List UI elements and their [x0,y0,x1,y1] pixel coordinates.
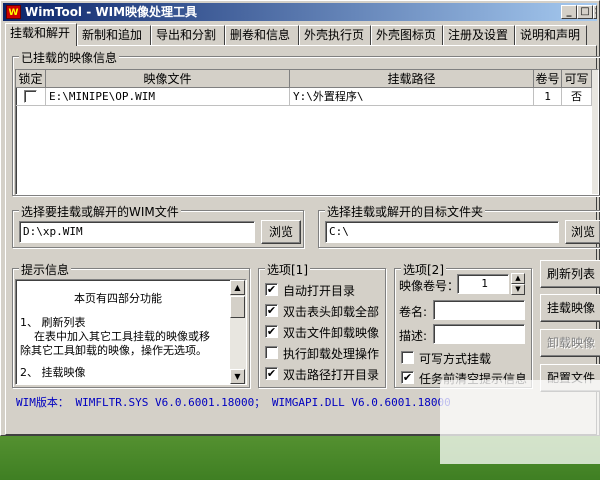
dblclick-file-checkbox[interactable]: ✔ [265,325,278,338]
hint-label: 提示信息 [19,261,72,278]
tab-mount-extract[interactable]: 挂载和解开 [5,23,77,46]
col-writable[interactable]: 可写 [562,70,592,88]
dblclick-file-label[interactable]: 双击文件卸载映像 [283,324,379,341]
scroll-thumb[interactable] [230,296,245,318]
dblclick-header-checkbox[interactable]: ✔ [265,304,278,317]
volume-name-label: 卷名: [399,305,428,319]
mounted-images-label: 已挂载的映像信息 [19,49,120,66]
tab-panel: 已挂载的映像信息 锁定 映像文件 挂载路径 卷号 可写 E:\MINIPE\OP… [5,45,600,435]
refresh-list-button[interactable]: 刷新列表 [540,260,600,288]
target-folder-input[interactable]: C:\ [325,221,559,243]
volume-number-input[interactable]: 1 [457,274,509,294]
wim-file-label: 选择要挂载或解开的WIM文件 [19,203,181,220]
row-mount-path[interactable]: Y:\外置程序\ [290,88,534,106]
description-label: 描述: [399,329,428,343]
app-icon: W [6,5,21,19]
dblclick-path-checkbox[interactable]: ✔ [265,367,278,380]
scroll-up-icon[interactable]: ▲ [230,280,245,295]
col-locked[interactable]: 锁定 [16,70,46,88]
options1-group: 选项[1] ✔ 自动打开目录 ✔ 双击表头卸载全部 ✔ 双击文件卸载映像 执行卸… [258,261,386,388]
hint-line-4: 除其它工具卸载的映像，操作无选项。 [20,344,207,357]
watermark-overlay [440,380,600,464]
wim-file-group: 选择要挂载或解开的WIM文件 D:\xp.WIM 浏览 [12,203,304,248]
wim-browse-button[interactable]: 浏览 [261,220,301,244]
hint-scrollbar[interactable]: ▲ ▼ [230,280,246,384]
volume-number-label: 映像卷号： [399,279,460,293]
title-bar: W WimTool - WIM映像处理工具 _ □ × [3,3,597,21]
clear-hint-checkbox[interactable]: ✔ [401,371,414,384]
app-window: W WimTool - WIM映像处理工具 _ □ × 挂载和解开 新制和追加 … [0,0,600,436]
options2-label: 选项[2] [401,261,446,278]
writable-mount-checkbox[interactable] [401,351,414,364]
status-version-text: WIM版本： WIMFLTR.SYS V6.0.6001.18000； WIMG… [16,396,451,409]
wim-file-input[interactable]: D:\xp.WIM [19,221,255,243]
row-image-file[interactable]: E:\MINIPE\OP.WIM [46,88,290,106]
hint-line-1: 本页有四部分功能 [74,292,162,305]
tab-register-settings[interactable]: 注册及设置 [443,25,515,45]
mounted-images-group: 已挂载的映像信息 锁定 映像文件 挂载路径 卷号 可写 E:\MINIPE\OP… [12,49,600,196]
spin-up-icon[interactable]: ▲ [511,273,525,284]
unmount-image-button[interactable]: 卸载映像 [540,329,600,357]
writable-mount-label[interactable]: 可写方式挂载 [419,350,491,367]
tab-shell-icon[interactable]: 外壳图标页 [371,25,443,45]
tab-delete-info[interactable]: 删卷和信息 [225,25,299,45]
row-lock-cell [16,88,46,106]
row-lock-checkbox[interactable] [24,90,37,103]
description-input[interactable] [433,324,525,344]
row-volume: 1 [534,88,562,106]
scroll-down-icon[interactable]: ▼ [230,369,245,384]
grid-scrollbar[interactable] [592,70,598,194]
tab-readme[interactable]: 说明和声明 [515,25,587,45]
col-image-file[interactable]: 映像文件 [46,70,290,88]
auto-open-dir-checkbox[interactable]: ✔ [265,283,278,296]
hint-line-5: 2、 挂载映像 [20,366,86,379]
hint-group: 提示信息 本页有四部分功能 1、 刷新列表 在表中加入其它工具挂载的映像或移 除… [12,261,250,388]
mount-image-button[interactable]: 挂载映像 [540,294,600,322]
target-browse-button[interactable]: 浏览 [565,220,600,244]
target-folder-group: 选择挂载或解开的目标文件夹 C:\ 浏览 [318,203,600,248]
row-writable: 否 [562,88,592,106]
dblclick-path-label[interactable]: 双击路径打开目录 [283,366,379,383]
options1-label: 选项[1] [265,261,310,278]
dblclick-header-label[interactable]: 双击表头卸载全部 [283,303,379,320]
volume-name-input[interactable] [433,300,525,320]
minimize-button[interactable]: _ [561,5,577,19]
tab-shell-exec[interactable]: 外壳执行页 [299,25,371,45]
window-title: WimTool - WIM映像处理工具 [25,5,198,19]
auto-open-dir-label[interactable]: 自动打开目录 [283,282,355,299]
mounted-images-grid[interactable]: 锁定 映像文件 挂载路径 卷号 可写 E:\MINIPE\OP.WIM Y:\外… [15,69,599,195]
exec-unmount-label[interactable]: 执行卸载处理操作 [283,345,379,362]
col-mount-path[interactable]: 挂载路径 [290,70,534,88]
tab-strip: 挂载和解开 新制和追加 导出和分割 删卷和信息 外壳执行页 外壳图标页 注册及设… [5,23,597,46]
exec-unmount-checkbox[interactable] [265,346,278,359]
maximize-button[interactable]: □ [577,5,593,19]
tab-create-append[interactable]: 新制和追加 [77,25,151,45]
col-volume[interactable]: 卷号 [534,70,562,88]
hint-textbox[interactable]: 本页有四部分功能 1、 刷新列表 在表中加入其它工具挂载的映像或移 除其它工具卸… [15,279,247,385]
spin-down-icon[interactable]: ▼ [511,284,525,295]
options2-group: 选项[2] 映像卷号： 1 ▲ ▼ 卷名: 描述: 可写方式挂载 ✔ 任务前清空… [394,261,532,388]
target-folder-label: 选择挂载或解开的目标文件夹 [325,203,486,220]
close-button[interactable]: × [593,5,597,19]
tab-export-split[interactable]: 导出和分割 [151,25,225,45]
